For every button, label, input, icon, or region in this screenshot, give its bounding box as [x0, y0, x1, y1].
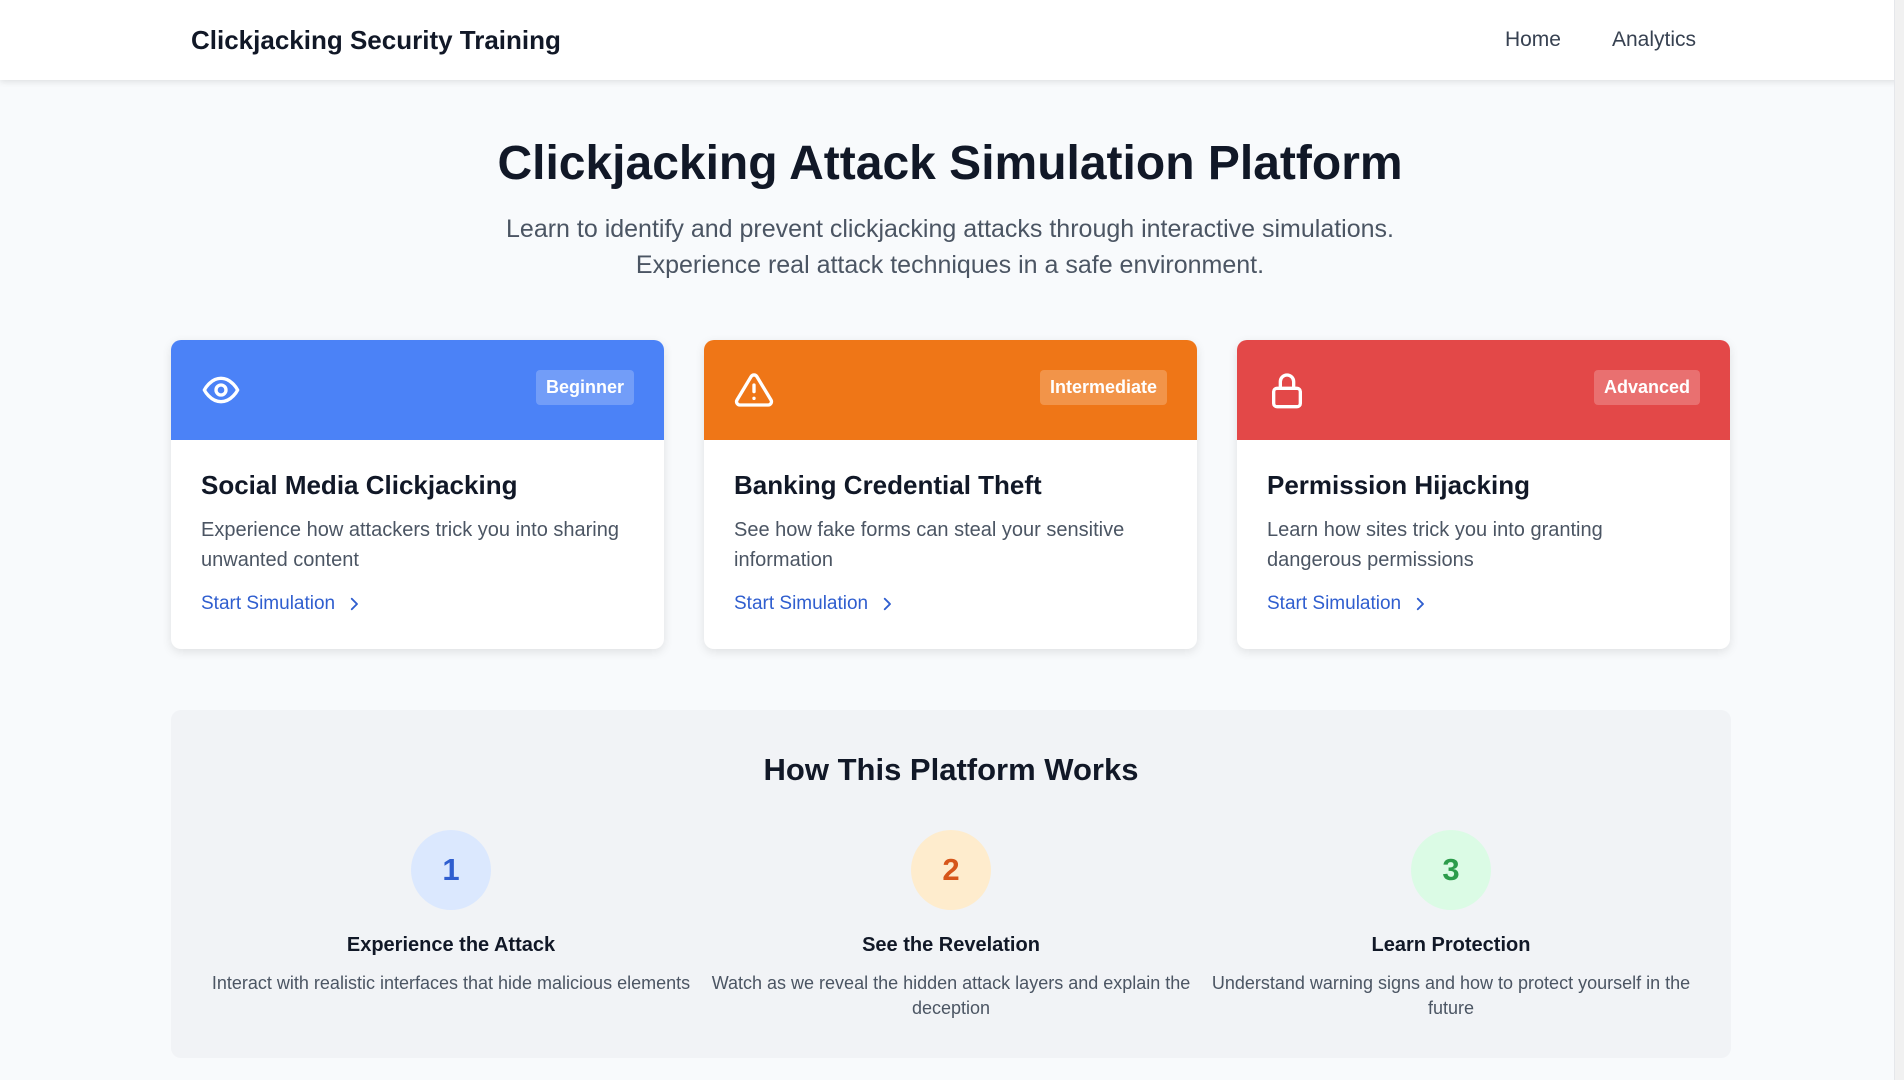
simulation-card-permissions[interactable]: Advanced Permission Hijacking Learn how …	[1237, 340, 1730, 649]
step-description: Understand warning signs and how to prot…	[1211, 973, 1691, 1018]
page-scrollbar[interactable]	[1894, 0, 1904, 1080]
card-header: Beginner	[171, 340, 664, 440]
chevron-right-icon	[883, 597, 892, 611]
lock-icon	[1267, 370, 1307, 410]
step-number-badge: 3	[1411, 830, 1491, 910]
card-title: Social Media Clickjacking	[201, 470, 518, 500]
subtitle-line-2: Experience real attack techniques in a s…	[635, 251, 1265, 279]
how-it-works-section: How This Platform Works 1 Experience the…	[171, 710, 1731, 1058]
start-simulation-link[interactable]: Start Simulation	[734, 593, 1167, 615]
step-title: Experience the Attack	[346, 934, 556, 956]
card-description: Experience how attackers trick you into …	[201, 519, 619, 571]
simulation-cards: Beginner Social Media Clickjacking Exper…	[171, 340, 1731, 649]
start-simulation-label: Start Simulation	[201, 593, 336, 614]
steps-list: 1 Experience the Attack Interact with re…	[171, 830, 1731, 1021]
step-title: Learn Protection	[1371, 934, 1531, 956]
chevron-right-icon	[1416, 597, 1425, 611]
start-simulation-link[interactable]: Start Simulation	[201, 593, 634, 615]
step-description: Watch as we reveal the hidden attack lay…	[711, 973, 1191, 1018]
brand-title[interactable]: Clickjacking Security Training	[191, 25, 561, 56]
start-simulation-label: Start Simulation	[734, 593, 869, 614]
page-subtitle: Learn to identify and prevent clickjacki…	[0, 211, 1900, 283]
simulation-card-social-media[interactable]: Beginner Social Media Clickjacking Exper…	[171, 340, 664, 649]
start-simulation-label: Start Simulation	[1267, 593, 1402, 614]
card-description: Learn how sites trick you into granting …	[1267, 519, 1603, 571]
step-number-badge: 2	[911, 830, 991, 910]
difficulty-badge: Intermediate	[1039, 370, 1167, 405]
step-item: 2 See the Revelation Watch as we reveal …	[711, 830, 1191, 1021]
nav-link-home[interactable]: Home	[1505, 28, 1561, 52]
nav-links: Home Analytics	[1505, 28, 1696, 52]
card-title: Banking Credential Theft	[734, 470, 1042, 500]
step-description: Interact with realistic interfaces that …	[211, 973, 691, 993]
card-description: See how fake forms can steal your sensit…	[734, 519, 1125, 571]
subtitle-line-1: Learn to identify and prevent clickjacki…	[506, 215, 1394, 243]
step-item: 1 Experience the Attack Interact with re…	[211, 830, 691, 1021]
nav-link-analytics[interactable]: Analytics	[1612, 28, 1696, 52]
difficulty-badge: Advanced	[1593, 370, 1700, 405]
difficulty-badge: Beginner	[535, 370, 634, 405]
eye-icon	[201, 370, 241, 410]
card-title: Permission Hijacking	[1267, 470, 1530, 500]
step-title: See the Revelation	[862, 934, 1040, 956]
chevron-right-icon	[350, 597, 359, 611]
step-number-badge: 1	[411, 830, 491, 910]
top-navbar: Clickjacking Security Training Home Anal…	[0, 0, 1904, 80]
simulation-card-banking[interactable]: Intermediate Banking Credential Theft Se…	[704, 340, 1197, 649]
start-simulation-link[interactable]: Start Simulation	[1267, 593, 1700, 615]
card-header: Advanced	[1237, 340, 1730, 440]
step-item: 3 Learn Protection Understand warning si…	[1211, 830, 1691, 1021]
section-title: How This Platform Works	[763, 752, 1139, 787]
page-title: Clickjacking Attack Simulation Platform	[497, 137, 1403, 190]
warning-icon	[734, 370, 774, 410]
card-header: Intermediate	[704, 340, 1197, 440]
